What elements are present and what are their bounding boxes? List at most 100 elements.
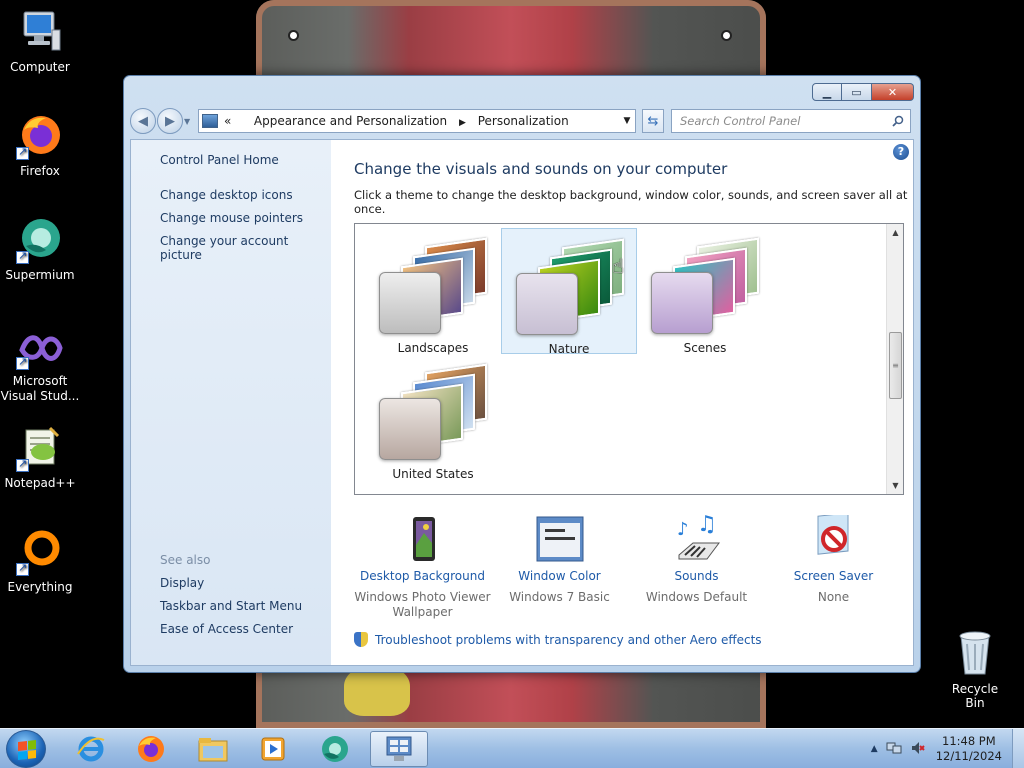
desktop-icon-firefox[interactable]: Firefox	[0, 112, 80, 178]
wallpaper-pin	[288, 30, 299, 41]
troubleshoot-link[interactable]: Troubleshoot problems with transparency …	[354, 632, 762, 647]
desktop-icon-recycle-bin[interactable]: Recycle Bin	[942, 630, 1008, 710]
navigation-bar: ◀ ▶ ▼ « Appearance and Personalization ▶…	[130, 107, 914, 135]
setting-value: None	[817, 590, 850, 604]
taskbar-control-panel[interactable]	[370, 731, 428, 767]
desktop-background-setting[interactable]: Desktop Background Windows Photo Viewer …	[354, 515, 491, 620]
theme-preview	[651, 236, 771, 334]
breadcrumb-separator-icon	[239, 118, 242, 128]
search-input[interactable]: Search Control Panel	[671, 109, 911, 133]
svg-text:♫: ♫	[697, 515, 717, 537]
taskbar-start-menu-link[interactable]: Taskbar and Start Menu	[160, 599, 302, 613]
theme-scenes[interactable]: Scenes	[637, 228, 773, 355]
taskbar-file-explorer[interactable]	[184, 731, 242, 767]
back-button[interactable]: ◀	[130, 108, 156, 134]
window-color-setting[interactable]: Window Color Windows 7 Basic	[491, 515, 628, 620]
forward-arrow-icon: ▶	[165, 113, 175, 129]
search-placeholder: Search Control Panel	[680, 114, 801, 128]
clock[interactable]: 11:48 PM 12/11/2024	[936, 734, 1002, 764]
scroll-thumb[interactable]: ≡	[889, 332, 902, 399]
desktop-icon-label: Microsoft Visual Stud...	[0, 374, 80, 403]
main-pane: ? Change the visuals and sounds on your …	[331, 140, 913, 665]
desktop-icon-everything[interactable]: Everything	[0, 528, 80, 594]
start-button[interactable]	[6, 730, 46, 768]
clock-time: 11:48 PM	[942, 734, 996, 748]
taskbar-firefox[interactable]	[122, 731, 180, 767]
minimize-button[interactable]: ▁	[812, 83, 842, 101]
change-mouse-pointers-link[interactable]: Change mouse pointers	[160, 211, 331, 225]
setting-value: Windows Photo Viewer Wallpaper	[354, 590, 491, 619]
shield-icon	[354, 632, 368, 647]
theme-united-states[interactable]: United States	[365, 354, 501, 481]
show-desktop-button[interactable]	[1012, 729, 1024, 768]
taskbar-supermium[interactable]	[306, 731, 364, 767]
theme-list: Landscapes Nature Scenes United States ▲…	[354, 223, 904, 495]
desktop-icon-supermium[interactable]: Supermium	[0, 216, 80, 282]
scroll-up-icon[interactable]: ▲	[887, 224, 904, 241]
network-icon[interactable]	[886, 740, 902, 759]
screen-saver-setting[interactable]: Screen Saver None	[765, 512, 902, 620]
desktop-icon-label: Recycle Bin	[951, 682, 999, 710]
theme-settings: Desktop Background Windows Photo Viewer …	[354, 512, 913, 620]
visual-studio-icon	[16, 328, 64, 370]
theme-color-swatch	[516, 273, 578, 335]
address-bar[interactable]: « Appearance and Personalization ▶ Perso…	[198, 109, 636, 133]
forward-button[interactable]: ▶	[157, 108, 183, 134]
help-icon[interactable]: ?	[893, 144, 909, 160]
theme-landscapes[interactable]: Landscapes	[365, 228, 501, 355]
recent-pages-dropdown[interactable]: ▼	[184, 117, 194, 126]
theme-name: Landscapes	[397, 341, 469, 355]
setting-name: Window Color	[518, 569, 601, 583]
close-button[interactable]: ✕	[872, 83, 914, 101]
taskbar-media-player[interactable]	[244, 731, 302, 767]
maximize-button[interactable]: ▭	[842, 83, 872, 101]
task-pane: Control Panel Home Change desktop icons …	[131, 140, 331, 665]
show-hidden-icons-icon[interactable]: ▲	[871, 744, 878, 754]
notification-area: ▲ 11:48 PM 12/11/2024	[871, 729, 1024, 768]
theme-list-scrollbar[interactable]: ▲ ≡ ▼	[886, 224, 903, 494]
firefox-icon	[16, 112, 64, 160]
shortcut-arrow-icon	[16, 457, 29, 472]
ease-of-access-link[interactable]: Ease of Access Center	[160, 622, 302, 636]
breadcrumb-appearance[interactable]: Appearance and Personalization	[254, 114, 447, 128]
notepadpp-icon	[16, 424, 64, 472]
sounds-setting[interactable]: ♪ ♫ Sounds Windows Default	[628, 512, 765, 620]
search-icon[interactable]	[892, 115, 904, 127]
theme-color-swatch	[379, 272, 441, 334]
change-account-picture-link[interactable]: Change your account picture	[160, 234, 331, 262]
internet-explorer-icon	[77, 736, 105, 762]
shortcut-arrow-icon	[16, 145, 29, 160]
page-subtitle: Click a theme to change the desktop back…	[354, 188, 908, 216]
setting-name: Screen Saver	[793, 569, 874, 583]
taskbar-internet-explorer[interactable]	[62, 731, 120, 767]
control-panel-home-link[interactable]: Control Panel Home	[160, 153, 331, 167]
desktop-icon-notepadpp[interactable]: Notepad++	[0, 424, 80, 490]
theme-nature[interactable]: Nature	[501, 228, 637, 356]
address-dropdown-icon[interactable]: ▼	[619, 116, 635, 126]
see-also-section: See also Display Taskbar and Start Menu …	[160, 553, 302, 645]
sounds-icon: ♪ ♫	[673, 512, 721, 563]
change-desktop-icons-link[interactable]: Change desktop icons	[160, 188, 331, 202]
close-icon: ✕	[887, 85, 898, 99]
theme-preview	[516, 237, 636, 335]
breadcrumb-separator-icon[interactable]: ▶	[459, 118, 466, 128]
scroll-down-icon[interactable]: ▼	[887, 477, 904, 494]
refresh-button[interactable]: ⇆	[642, 109, 664, 133]
shortcut-arrow-icon	[16, 561, 29, 576]
desktop-icon-label: Computer	[10, 60, 70, 74]
theme-preview	[379, 236, 499, 334]
display-link[interactable]: Display	[160, 576, 302, 590]
computer-icon	[16, 8, 64, 56]
desktop-background-icon	[399, 515, 447, 563]
wallpaper-character	[344, 666, 410, 716]
breadcrumb-personalization[interactable]: Personalization	[478, 114, 569, 128]
supermium-icon	[322, 736, 348, 762]
volume-muted-icon[interactable]	[910, 740, 926, 759]
desktop-icon-visual-studio[interactable]: Microsoft Visual Stud...	[0, 328, 80, 404]
desktop-icon-label: Everything	[7, 580, 73, 594]
control-panel-icon	[202, 114, 218, 128]
breadcrumb: « Appearance and Personalization ▶ Perso…	[224, 114, 619, 128]
desktop-icon-computer[interactable]: Computer	[0, 8, 80, 74]
troubleshoot-label: Troubleshoot problems with transparency …	[375, 632, 762, 647]
breadcrumb-overflow[interactable]: «	[224, 114, 231, 128]
